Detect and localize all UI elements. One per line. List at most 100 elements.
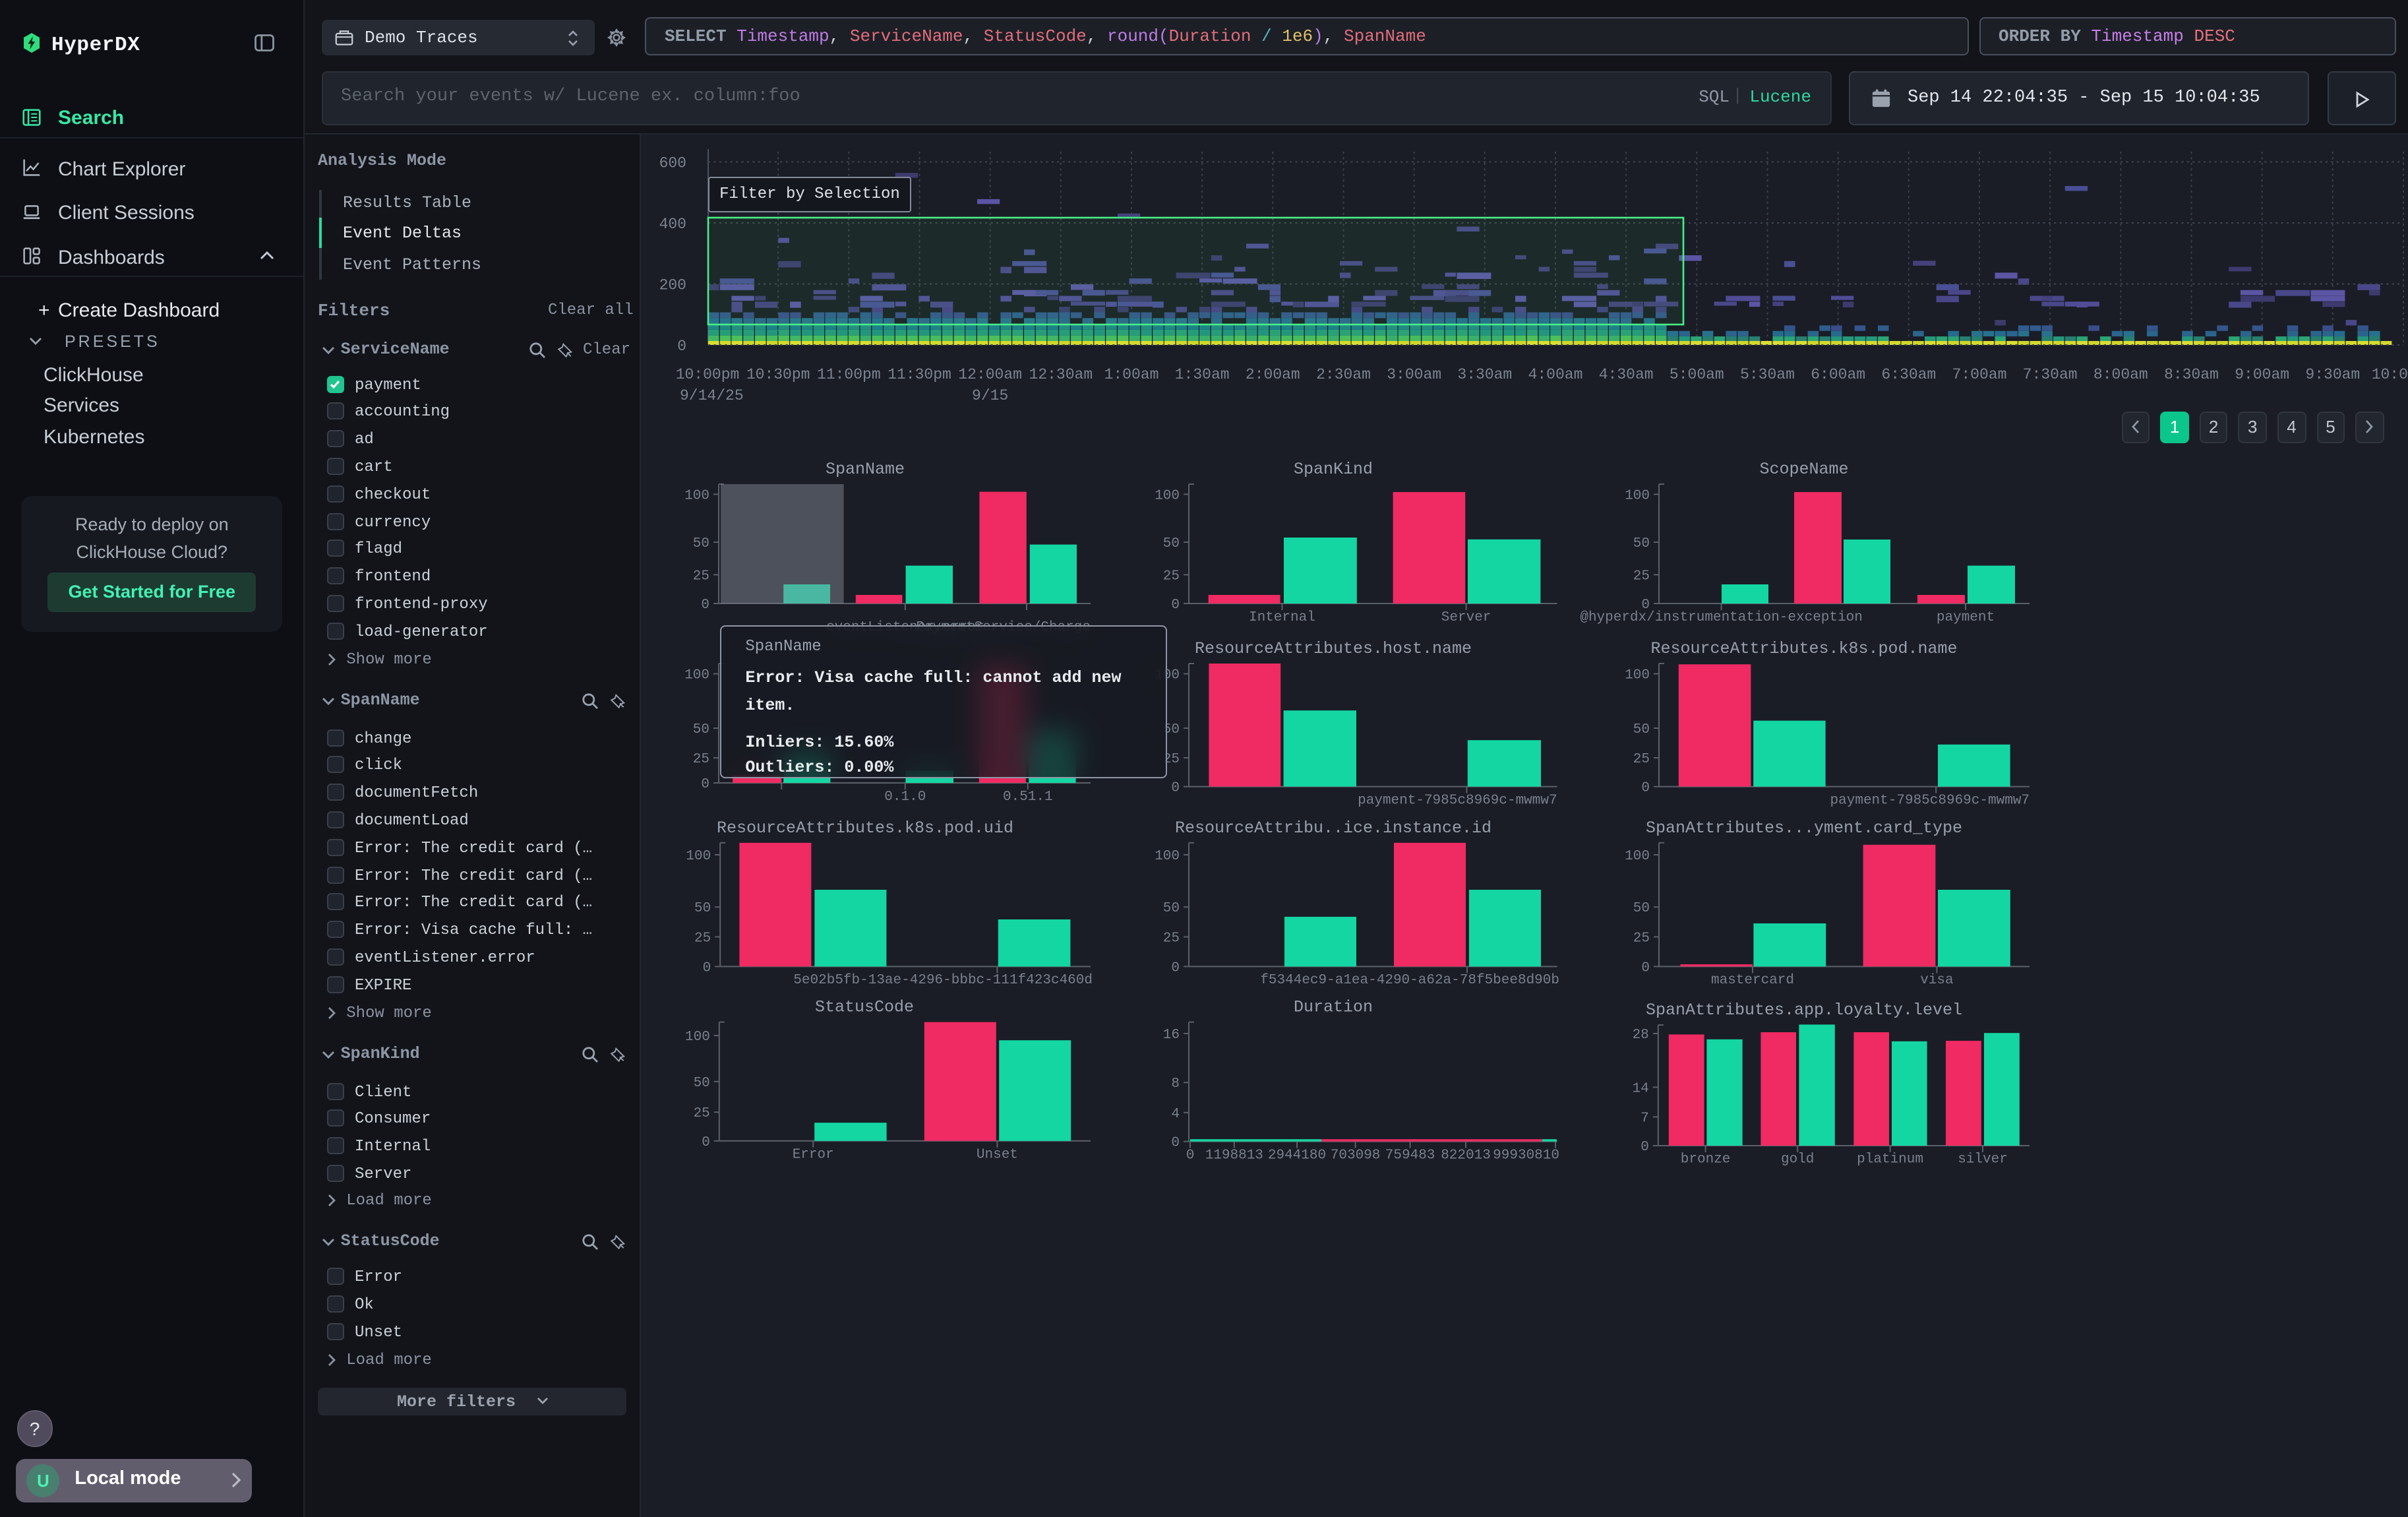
svg-text:100: 100 [685, 849, 710, 864]
svg-text:25: 25 [1633, 569, 1649, 584]
svg-text:600: 600 [659, 155, 686, 172]
svg-text:0: 0 [702, 960, 711, 975]
svg-text:99930810: 99930810 [1492, 1148, 1559, 1163]
svg-text:StatusCode: StatusCode [814, 998, 913, 1017]
svg-text:25: 25 [693, 1106, 709, 1121]
svg-text:Error: Error [792, 1148, 833, 1163]
svg-text:100: 100 [684, 488, 709, 503]
svg-text:50: 50 [692, 722, 709, 737]
svg-text:ResourceAttributes.host.name: ResourceAttributes.host.name [1194, 639, 1471, 658]
svg-text:gold: gold [1780, 1152, 1813, 1167]
svg-text:1:00am: 1:00am [1104, 366, 1159, 383]
svg-text:platinum: platinum [1856, 1152, 1923, 1167]
svg-text:payment-7985c8969c-mwmw7: payment-7985c8969c-mwmw7 [1357, 793, 1556, 809]
svg-text:8:00am: 8:00am [2093, 366, 2148, 383]
svg-text:9:00am: 9:00am [2234, 366, 2289, 383]
svg-text:10:30pm: 10:30pm [746, 366, 810, 383]
svg-text:3:30am: 3:30am [1457, 366, 1511, 383]
svg-text:1198813: 1198813 [1205, 1148, 1263, 1163]
svg-text:5:30am: 5:30am [1739, 366, 1794, 383]
svg-text:822013: 822013 [1440, 1148, 1490, 1163]
svg-text:25: 25 [1162, 931, 1179, 946]
svg-text:Unset: Unset [976, 1148, 1017, 1163]
svg-text:50: 50 [1633, 536, 1649, 551]
svg-text:payment-7985c8969c-mwmw7: payment-7985c8969c-mwmw7 [1830, 793, 2029, 809]
svg-text:ScopeName: ScopeName [1759, 460, 1848, 479]
svg-text:9/15: 9/15 [971, 387, 1008, 404]
svg-text:9:30am: 9:30am [2304, 366, 2359, 383]
svg-text:SpanAttributes...yment.card_ty: SpanAttributes...yment.card_type [1645, 819, 1962, 838]
svg-text:7:00am: 7:00am [1952, 366, 2006, 383]
svg-text:0: 0 [1170, 960, 1179, 975]
svg-text:SpanKind: SpanKind [1293, 460, 1372, 479]
svg-text:2:30am: 2:30am [1315, 366, 1370, 383]
svg-text:0: 0 [1186, 1148, 1194, 1163]
svg-text:ResourceAttribu..ice.instance.: ResourceAttribu..ice.instance.id [1174, 819, 1491, 838]
svg-text:25: 25 [692, 569, 709, 584]
svg-text:4: 4 [1170, 1107, 1179, 1122]
svg-text:100: 100 [1624, 488, 1649, 503]
svg-text:2:00am: 2:00am [1245, 366, 1300, 383]
svg-text:6:30am: 6:30am [1881, 366, 1935, 383]
svg-text:50: 50 [692, 536, 709, 551]
svg-text:100: 100 [1624, 668, 1649, 683]
svg-text:0.1.0: 0.1.0 [884, 789, 925, 805]
svg-text:mastercard: mastercard [1710, 973, 1793, 988]
svg-text:0: 0 [677, 338, 686, 355]
svg-text:100: 100 [684, 668, 709, 683]
svg-text:0.51.1: 0.51.1 [1002, 789, 1052, 805]
svg-text:Duration: Duration [1293, 998, 1372, 1017]
svg-text:5:00am: 5:00am [1669, 366, 1724, 383]
svg-text:100: 100 [1154, 849, 1179, 864]
svg-text:payment: payment [1936, 610, 1994, 625]
svg-text:8:30am: 8:30am [2163, 366, 2218, 383]
svg-text:SpanAttributes.app.loyalty.lev: SpanAttributes.app.loyalty.level [1645, 1001, 1962, 1020]
svg-text:0: 0 [701, 1135, 709, 1150]
svg-text:50: 50 [1162, 901, 1179, 916]
svg-text:4:00am: 4:00am [1528, 366, 1582, 383]
svg-text:Server: Server [1441, 610, 1491, 625]
svg-text:25: 25 [692, 752, 709, 767]
svg-text:50: 50 [694, 901, 710, 916]
svg-text:50: 50 [1162, 536, 1179, 551]
svg-text:11:30pm: 11:30pm [887, 366, 951, 383]
svg-text:0: 0 [1170, 1136, 1179, 1151]
svg-text:9/14/25: 9/14/25 [679, 387, 743, 404]
svg-text:5e02b5fb-13ae-4296-bbbc-111f42: 5e02b5fb-13ae-4296-bbbc-111f423c460d [793, 973, 1092, 988]
svg-text:10:00pm: 10:00pm [675, 366, 739, 383]
svg-text:0: 0 [1170, 781, 1179, 796]
svg-text:7: 7 [1640, 1111, 1648, 1126]
svg-text:10:00am: 10:00am [2371, 366, 2408, 383]
svg-text:12:00am: 12:00am [957, 366, 1021, 383]
svg-text:visa: visa [1919, 973, 1952, 988]
svg-text:25: 25 [1162, 569, 1179, 584]
svg-text:0: 0 [1640, 960, 1649, 975]
svg-text:50: 50 [1633, 901, 1649, 916]
svg-text:7:30am: 7:30am [2022, 366, 2077, 383]
svg-text:28: 28 [1632, 1028, 1648, 1043]
svg-text:ResourceAttributes.k8s.pod.nam: ResourceAttributes.k8s.pod.name [1650, 639, 1956, 658]
svg-text:0: 0 [1640, 781, 1649, 796]
svg-text:703098: 703098 [1330, 1148, 1380, 1163]
svg-text:16: 16 [1162, 1028, 1179, 1043]
svg-text:14: 14 [1632, 1081, 1648, 1096]
svg-text:25: 25 [1633, 931, 1649, 946]
svg-text:6:00am: 6:00am [1810, 366, 1865, 383]
svg-text:2944180: 2944180 [1267, 1148, 1325, 1163]
svg-text:50: 50 [693, 1076, 709, 1091]
svg-text:400: 400 [659, 216, 686, 233]
svg-text:100: 100 [1154, 488, 1179, 503]
svg-text:50: 50 [1633, 722, 1649, 737]
svg-text:25: 25 [694, 931, 710, 946]
svg-text:0: 0 [1640, 1140, 1648, 1155]
svg-text:bronze: bronze [1680, 1152, 1730, 1167]
svg-text:25: 25 [1633, 752, 1649, 767]
svg-text:100: 100 [684, 1030, 709, 1045]
svg-text:4:30am: 4:30am [1598, 366, 1653, 383]
svg-text:100: 100 [1624, 849, 1649, 864]
svg-text:759483: 759483 [1385, 1148, 1435, 1163]
svg-text:0: 0 [700, 777, 709, 792]
svg-text:0: 0 [1170, 598, 1179, 613]
svg-text:0: 0 [700, 598, 709, 613]
svg-text:12:30am: 12:30am [1029, 366, 1093, 383]
